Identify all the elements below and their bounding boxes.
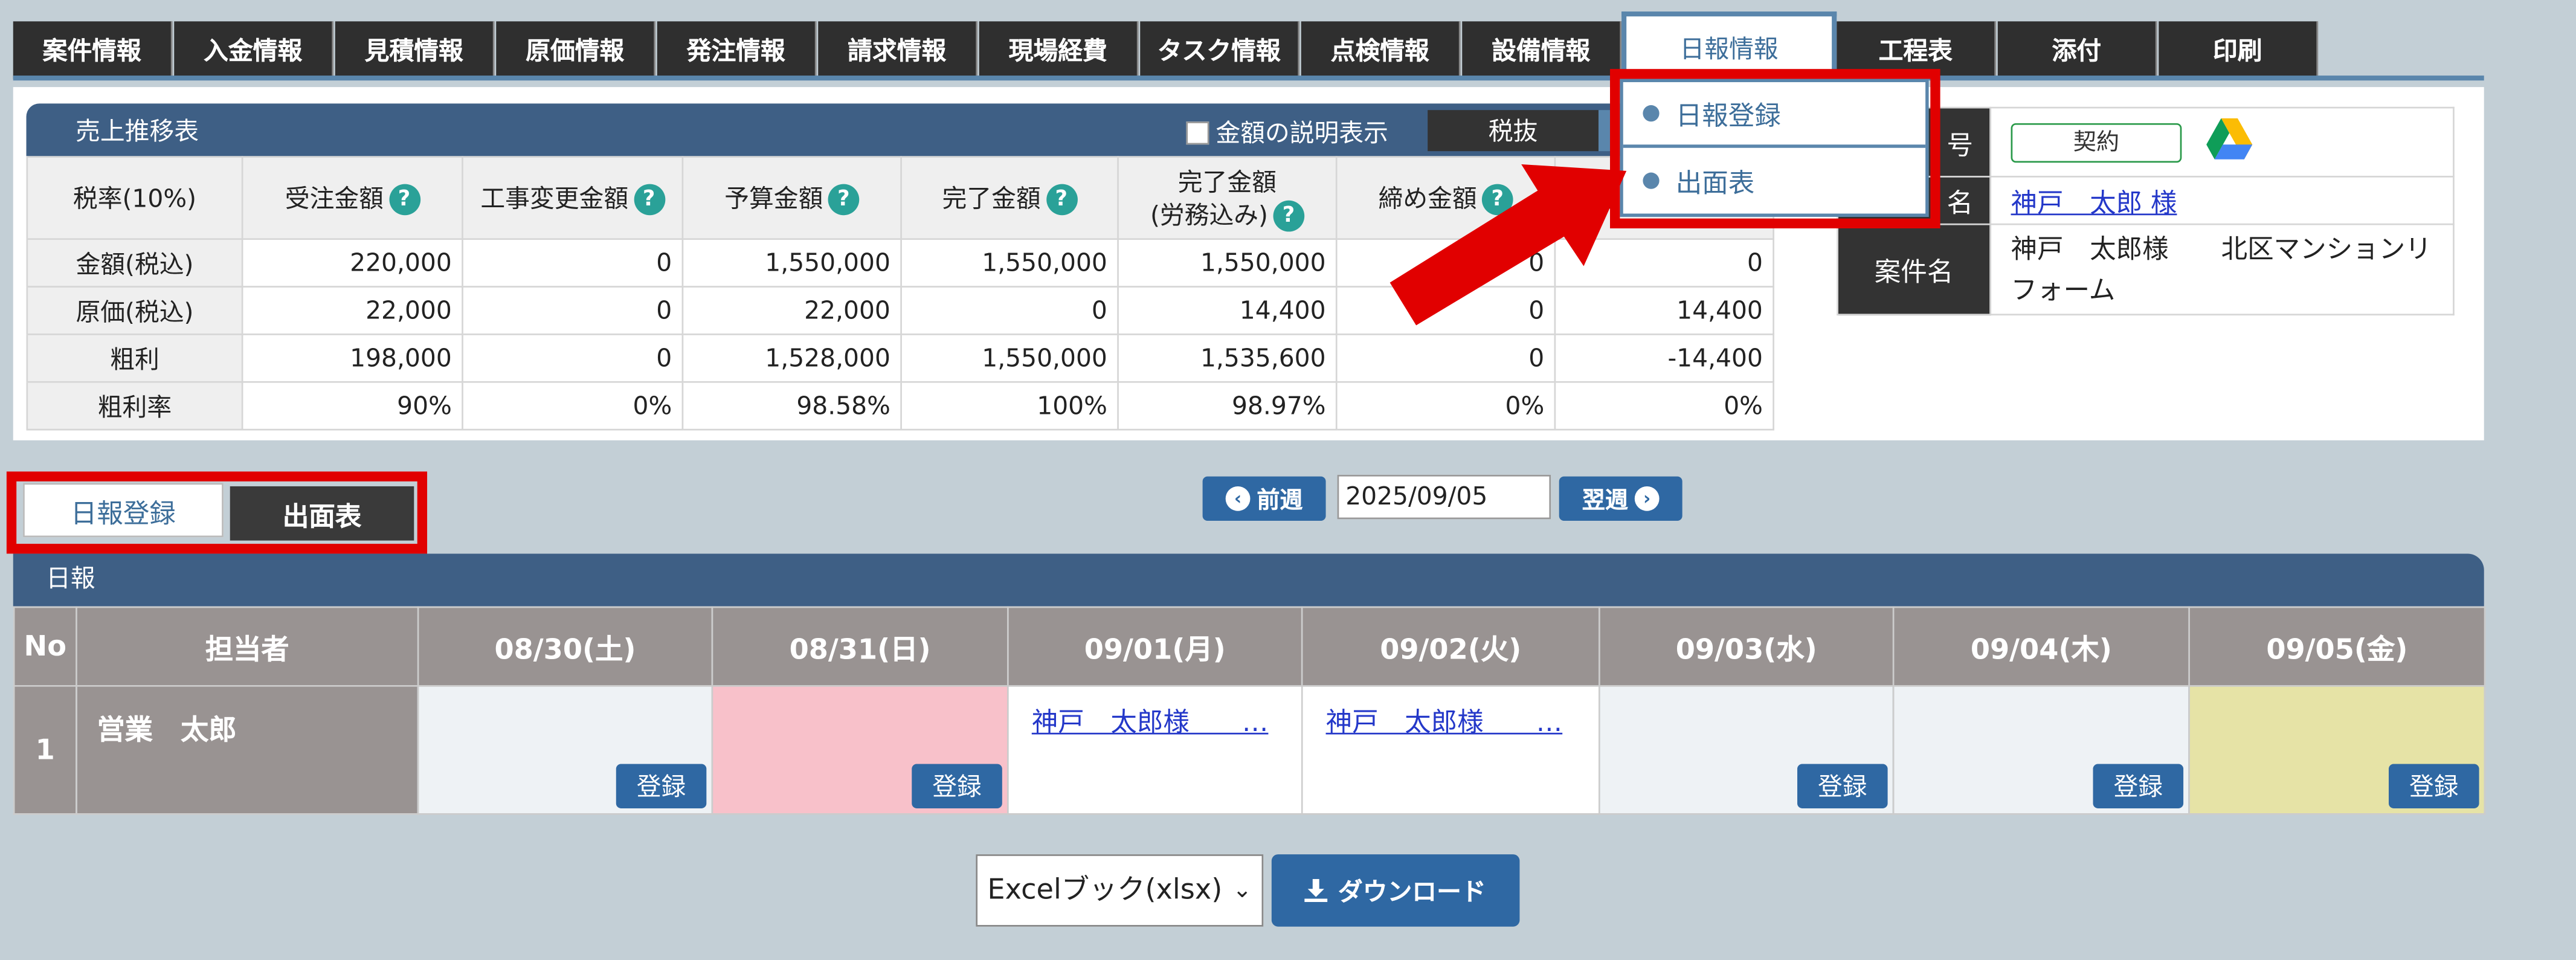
daily-entry-link[interactable]: 神戸 太郎様 … bbox=[1032, 700, 1269, 739]
col-day: 08/31(日) bbox=[711, 606, 1009, 687]
status-badge: 契約 bbox=[2011, 122, 2182, 162]
customer-link[interactable]: 神戸 太郎 様 bbox=[2011, 187, 2177, 219]
help-icon[interactable]: ? bbox=[828, 183, 860, 214]
export-format-select[interactable]: Excelブック(xlsx) ⌄ bbox=[976, 854, 1264, 927]
table-row: 1 営業 太郎 登録 登録 神戸 太郎様 … 神戸 太郎様 … 登録 登録 登録 bbox=[13, 685, 2486, 815]
date-input[interactable]: 2025/09/05 bbox=[1337, 474, 1551, 520]
chevron-right-icon: › bbox=[1634, 486, 1660, 511]
chevron-down-icon: ⌄ bbox=[1232, 877, 1252, 904]
table-row: 粗利率 90% 0% 98.58% 100% 98.97% 0% 0% bbox=[26, 381, 1774, 431]
project-name-line1: 神戸 太郎様 北区マンションリ bbox=[2011, 233, 2432, 265]
help-icon[interactable]: ? bbox=[633, 183, 665, 214]
col-tax-rate: 税率(10%) bbox=[26, 156, 243, 240]
day-cell: 登録 bbox=[1892, 685, 2190, 815]
tax-excluded-button[interactable]: 税抜 bbox=[1428, 110, 1599, 152]
tab-payment-info[interactable]: 入金情報 bbox=[174, 21, 334, 79]
col-day: 09/03(水) bbox=[1598, 606, 1895, 687]
col-day: 09/05(金) bbox=[2188, 606, 2486, 687]
tab-task-info[interactable]: タスク情報 bbox=[1140, 21, 1300, 79]
person-name: 営業 太郎 bbox=[76, 685, 419, 815]
tab-order-info[interactable]: 発注情報 bbox=[657, 21, 817, 79]
next-week-button[interactable]: 翌週 › bbox=[1559, 476, 1682, 521]
download-button[interactable]: ダウンロード bbox=[1271, 854, 1520, 927]
highlight-box-dropdown bbox=[1610, 69, 1940, 228]
project-name-line2: フォーム bbox=[2011, 274, 2116, 306]
day-cell: 登録 bbox=[1598, 685, 1895, 815]
sales-summary-title: 売上推移表 bbox=[76, 117, 199, 147]
help-icon[interactable]: ? bbox=[388, 183, 420, 214]
register-button[interactable]: 登録 bbox=[2093, 764, 2184, 808]
tab-print[interactable]: 印刷 bbox=[2159, 21, 2319, 79]
help-icon[interactable]: ? bbox=[1273, 199, 1304, 231]
register-button[interactable]: 登録 bbox=[2389, 764, 2479, 808]
col-day: 09/04(木) bbox=[1892, 606, 2190, 687]
col-change-amount: 工事変更金額? bbox=[462, 156, 684, 240]
day-cell: 登録 bbox=[417, 685, 713, 815]
col-no: No bbox=[13, 606, 77, 687]
tab-cost-info[interactable]: 原価情報 bbox=[496, 21, 656, 79]
top-panel: 売上推移表 金額の説明表示 税抜 税率(10%) 受注金額? 工事変更金額? 予… bbox=[13, 87, 2484, 440]
stage: 案件情報 入金情報 見積情報 原価情報 発注情報 請求情報 現場経費 タスク情報… bbox=[0, 0, 2576, 959]
col-order-amount: 受注金額? bbox=[241, 156, 463, 240]
col-day: 09/01(月) bbox=[1006, 606, 1303, 687]
col-budget-amount: 予算金額? bbox=[681, 156, 902, 240]
tab-inspection-info[interactable]: 点検情報 bbox=[1301, 21, 1461, 79]
daily-entry-link[interactable]: 神戸 太郎様 … bbox=[1326, 700, 1563, 739]
highlight-box-subtabs bbox=[6, 471, 428, 554]
prev-week-button[interactable]: ‹ 前週 bbox=[1202, 476, 1326, 521]
tab-attachment[interactable]: 添付 bbox=[1997, 21, 2157, 79]
sales-summary-header: 売上推移表 金額の説明表示 税抜 bbox=[26, 103, 1786, 156]
tab-estimate-info[interactable]: 見積情報 bbox=[335, 21, 495, 79]
day-cell: 神戸 太郎様 … bbox=[1301, 685, 1600, 815]
day-cell: 登録 bbox=[2188, 685, 2486, 815]
tab-site-expense[interactable]: 現場経費 bbox=[979, 21, 1139, 79]
register-button[interactable]: 登録 bbox=[912, 764, 1002, 808]
daily-report-table: No 担当者 08/30(土) 08/31(日) 09/01(月) 09/02(… bbox=[13, 606, 2486, 815]
col-completed-amount-labor: 完了金額 (労務込み)? bbox=[1117, 156, 1338, 240]
table-row: 粗利 198,000 0 1,528,000 1,550,000 1,535,6… bbox=[26, 333, 1774, 383]
show-description-checkbox[interactable] bbox=[1186, 120, 1209, 144]
info-label-project-name: 案件名 bbox=[1837, 223, 1991, 316]
col-completed-amount: 完了金額? bbox=[900, 156, 1119, 240]
tab-equipment-info[interactable]: 設備情報 bbox=[1462, 21, 1622, 79]
tab-case-info[interactable]: 案件情報 bbox=[13, 21, 173, 79]
col-day: 08/30(土) bbox=[417, 606, 713, 687]
tab-billing-info[interactable]: 請求情報 bbox=[818, 21, 978, 79]
col-person: 担当者 bbox=[76, 606, 419, 687]
daily-report-header: 日報 bbox=[13, 553, 2484, 607]
download-icon bbox=[1305, 878, 1328, 902]
col-day: 09/02(火) bbox=[1301, 606, 1600, 687]
day-cell: 登録 bbox=[711, 685, 1009, 815]
chevron-left-icon: ‹ bbox=[1225, 486, 1251, 511]
help-icon[interactable]: ? bbox=[1045, 183, 1077, 214]
register-button[interactable]: 登録 bbox=[616, 764, 707, 808]
show-description-toggle[interactable]: 金額の説明表示 bbox=[1186, 115, 1388, 149]
tab-underline bbox=[13, 76, 2484, 81]
google-drive-icon[interactable] bbox=[2206, 117, 2253, 167]
show-description-label: 金額の説明表示 bbox=[1216, 118, 1388, 148]
day-cell: 神戸 太郎様 … bbox=[1006, 685, 1303, 815]
pointer-arrow-icon bbox=[1389, 164, 1627, 326]
register-button[interactable]: 登録 bbox=[1797, 764, 1888, 808]
